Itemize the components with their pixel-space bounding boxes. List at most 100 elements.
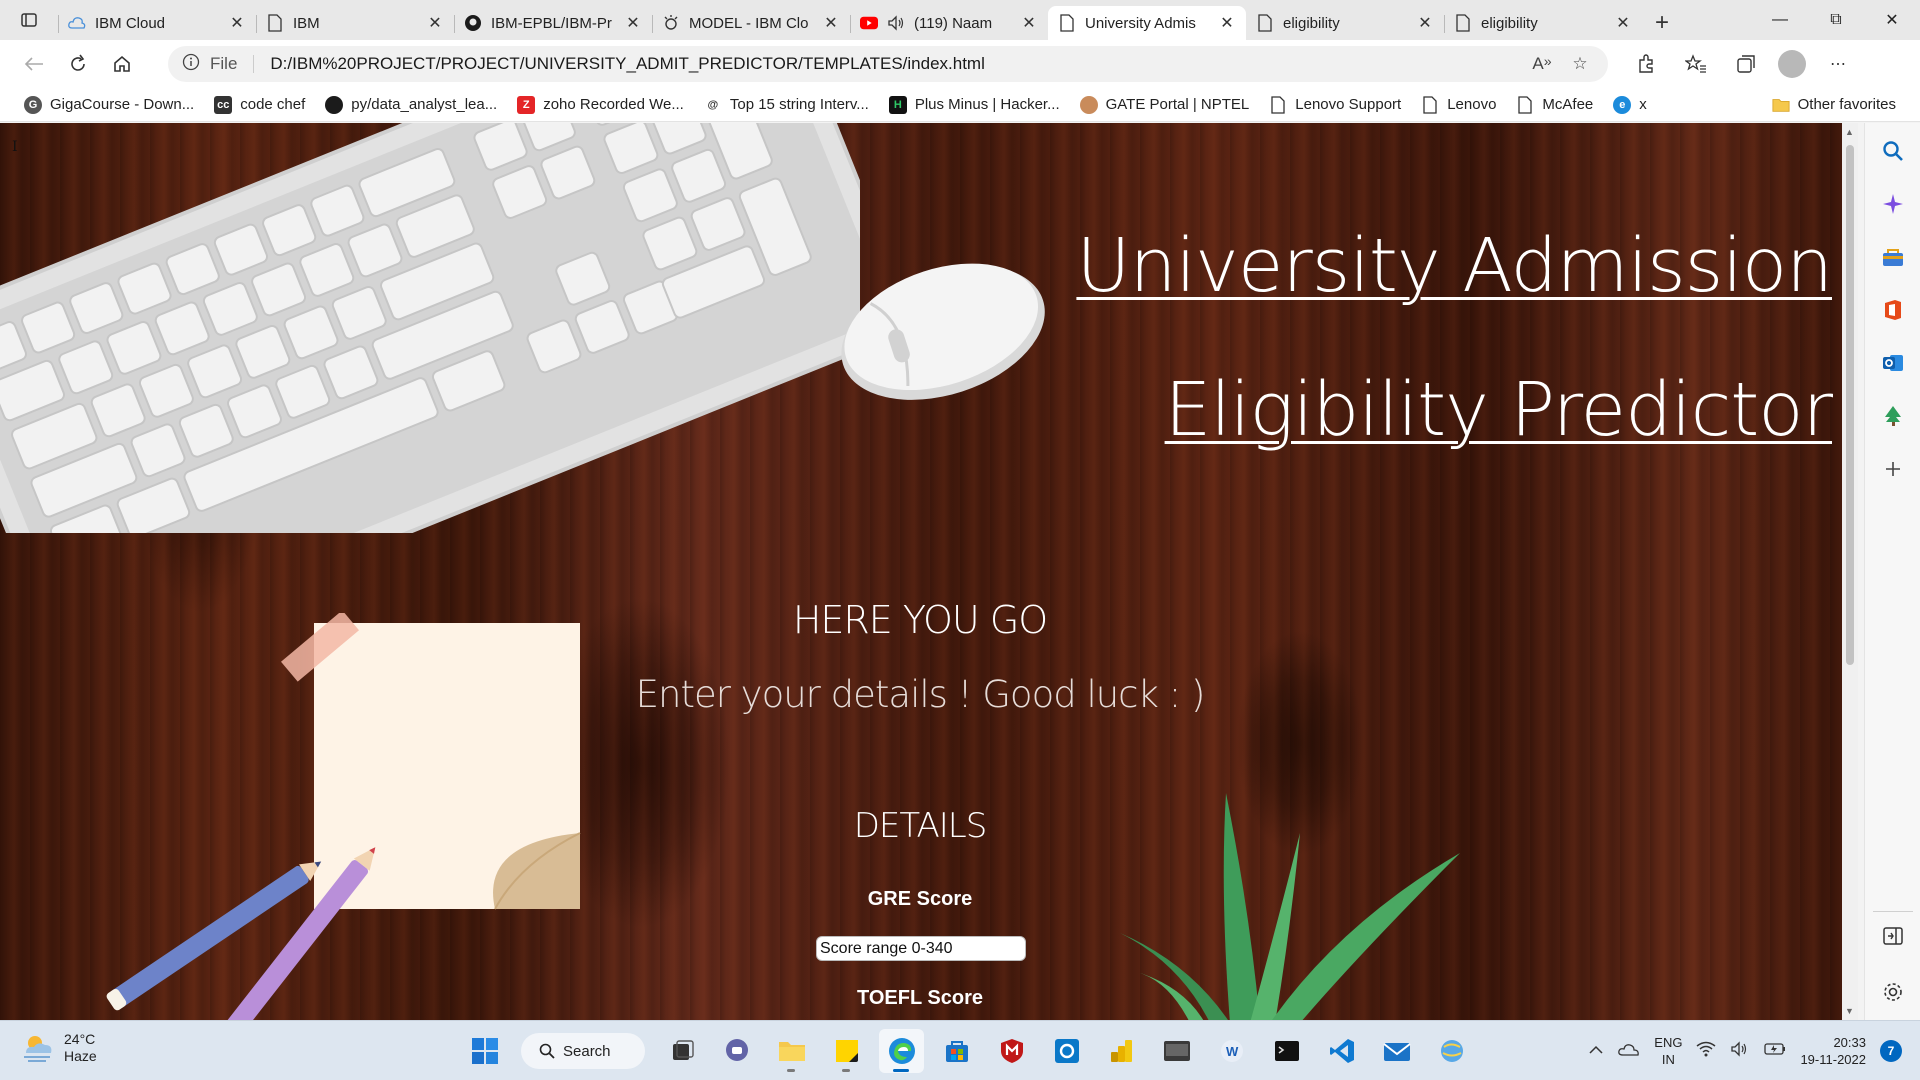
tab-actions-button[interactable] <box>0 0 58 40</box>
taskbar-extra-app[interactable] <box>1429 1029 1474 1073</box>
refresh-button[interactable] <box>58 46 98 82</box>
favorite-mcafee[interactable]: McAfee <box>1506 90 1603 120</box>
tab-university-admission[interactable]: University Admis ✕ <box>1048 6 1246 40</box>
minimize-button[interactable]: — <box>1752 0 1808 40</box>
sidebar-outlook-icon[interactable] <box>1875 345 1911 381</box>
sidebar-add-icon[interactable] <box>1875 451 1911 487</box>
gre-score-label: GRE Score <box>867 888 973 910</box>
favorite-codechef[interactable]: cc code chef <box>204 90 315 120</box>
favorite-zoho[interactable]: Zzoho Recorded We... <box>507 90 694 120</box>
taskbar-cortana-app[interactable] <box>1044 1029 1089 1073</box>
weather-widget[interactable]: 24°C Haze <box>20 1031 97 1065</box>
taskbar-media-app[interactable] <box>1154 1029 1199 1073</box>
start-button[interactable] <box>462 1029 507 1073</box>
sidebar-shopping-icon[interactable] <box>1875 239 1911 275</box>
tab-title: MODEL - IBM Clo <box>689 14 809 32</box>
tab-eligibility-2[interactable]: eligibility ✕ <box>1444 6 1642 40</box>
tab-ibm[interactable]: IBM ✕ <box>256 6 454 40</box>
sidebar-tree-icon[interactable] <box>1875 398 1911 434</box>
close-icon[interactable]: ✕ <box>1614 14 1632 32</box>
tab-eligibility-1[interactable]: eligibility ✕ <box>1246 6 1444 40</box>
favorite-github[interactable]: py/data_analyst_lea... <box>315 90 507 120</box>
language-indicator[interactable]: ENG IN <box>1654 1034 1682 1068</box>
restore-button[interactable]: ⧉ <box>1808 0 1864 40</box>
other-favorites[interactable]: Other favorites <box>1762 90 1906 120</box>
tab-model-ibm[interactable]: MODEL - IBM Clo ✕ <box>652 6 850 40</box>
chevron-up-icon[interactable] <box>1588 1042 1604 1060</box>
favorite-nptel[interactable]: GATE Portal | NPTEL <box>1070 90 1260 120</box>
read-aloud-icon[interactable]: A» <box>1528 54 1556 74</box>
task-view-button[interactable] <box>659 1029 704 1073</box>
back-button[interactable] <box>14 46 54 82</box>
details-heading: DETAILS <box>853 806 988 846</box>
taskbar-teams-chat[interactable] <box>714 1029 759 1073</box>
tab-github[interactable]: IBM-EPBL/IBM-Pr ✕ <box>454 6 652 40</box>
address-bar[interactable]: File D:/IBM%20PROJECT/PROJECT/UNIVERSITY… <box>168 46 1608 82</box>
collections-icon[interactable] <box>1728 46 1764 82</box>
sidebar-office-icon[interactable] <box>1875 292 1911 328</box>
toefl-score-label: TOEFL Score <box>857 987 983 1009</box>
close-icon[interactable]: ✕ <box>1218 14 1236 32</box>
favorites-icon[interactable] <box>1678 46 1714 82</box>
favorite-label: Plus Minus | Hacker... <box>914 96 1060 113</box>
tab-title: IBM-EPBL/IBM-Pr <box>491 14 612 32</box>
tab-youtube[interactable]: (119) Naam ✕ <box>850 6 1048 40</box>
taskbar-power-bi[interactable] <box>1099 1029 1144 1073</box>
volume-icon[interactable] <box>1730 1040 1750 1062</box>
taskbar-sticky-notes[interactable] <box>824 1029 869 1073</box>
add-favorite-icon[interactable]: ☆ <box>1566 54 1594 74</box>
favorite-lenovo[interactable]: Lenovo <box>1411 90 1506 120</box>
more-menu-icon[interactable]: ⋯ <box>1820 46 1856 82</box>
favorite-x[interactable]: ex <box>1603 90 1657 120</box>
extensions-icon[interactable] <box>1628 46 1664 82</box>
favorite-lenovo-support[interactable]: Lenovo Support <box>1259 90 1411 120</box>
page-scrollbar[interactable]: ▲ ▼ <box>1842 123 1858 1020</box>
taskbar-edge[interactable] <box>879 1029 924 1073</box>
region-code: IN <box>1661 1052 1675 1067</box>
scrollbar-thumb[interactable] <box>1846 145 1854 665</box>
wifi-icon[interactable] <box>1696 1041 1716 1062</box>
battery-charging-icon[interactable] <box>1764 1042 1786 1061</box>
taskbar-search[interactable]: Search <box>521 1033 645 1069</box>
taskbar-mail[interactable] <box>1374 1029 1419 1073</box>
taskbar-store[interactable] <box>934 1029 979 1073</box>
clock[interactable]: 20:33 19-11-2022 <box>1800 1034 1866 1068</box>
page-icon <box>1516 95 1534 114</box>
close-icon[interactable]: ✕ <box>822 14 840 32</box>
profile-avatar[interactable] <box>1778 50 1806 78</box>
close-window-button[interactable]: ✕ <box>1864 0 1920 40</box>
close-icon[interactable]: ✕ <box>1020 14 1038 32</box>
favorite-gigacourse[interactable]: G GigaCourse - Down... <box>14 90 204 120</box>
speaker-icon[interactable] <box>887 14 905 32</box>
sidebar-hide-icon[interactable] <box>1875 918 1911 954</box>
new-tab-button[interactable]: + <box>1642 6 1682 40</box>
close-icon[interactable]: ✕ <box>1416 14 1434 32</box>
favorite-string-interview[interactable]: @ Top 15 string Interv... <box>694 90 879 120</box>
chart-app-icon <box>1110 1040 1132 1062</box>
taskbar-mcafee[interactable] <box>989 1029 1034 1073</box>
close-icon[interactable]: ✕ <box>426 14 444 32</box>
gre-score-input[interactable] <box>816 936 1026 961</box>
close-icon[interactable]: ✕ <box>624 14 642 32</box>
tab-title: IBM Cloud <box>95 14 166 32</box>
favorite-hackerrank[interactable]: H Plus Minus | Hacker... <box>879 90 1070 120</box>
watson-icon <box>662 14 680 32</box>
scroll-down-arrow-icon[interactable]: ▼ <box>1845 1006 1854 1016</box>
sidebar-search-icon[interactable] <box>1875 133 1911 169</box>
taskbar-file-explorer[interactable] <box>769 1029 814 1073</box>
info-icon[interactable] <box>182 53 200 76</box>
taskbar-terminal[interactable] <box>1264 1029 1309 1073</box>
onedrive-cloud-icon[interactable] <box>1618 1042 1640 1061</box>
notification-badge[interactable]: 7 <box>1880 1040 1902 1062</box>
youtube-icon <box>860 14 878 32</box>
taskbar-word[interactable]: W <box>1209 1029 1254 1073</box>
tab-ibm-cloud[interactable]: IBM Cloud ✕ <box>58 6 256 40</box>
scroll-up-arrow-icon[interactable]: ▲ <box>1845 127 1854 137</box>
taskbar-vscode[interactable] <box>1319 1029 1364 1073</box>
sidebar-discover-icon[interactable] <box>1875 186 1911 222</box>
home-button[interactable] <box>102 46 142 82</box>
close-icon[interactable]: ✕ <box>228 14 246 32</box>
url-text[interactable]: D:/IBM%20PROJECT/PROJECT/UNIVERSITY_ADMI… <box>270 54 1518 74</box>
sidebar-settings-icon[interactable] <box>1875 974 1911 1010</box>
github-icon <box>464 14 482 32</box>
